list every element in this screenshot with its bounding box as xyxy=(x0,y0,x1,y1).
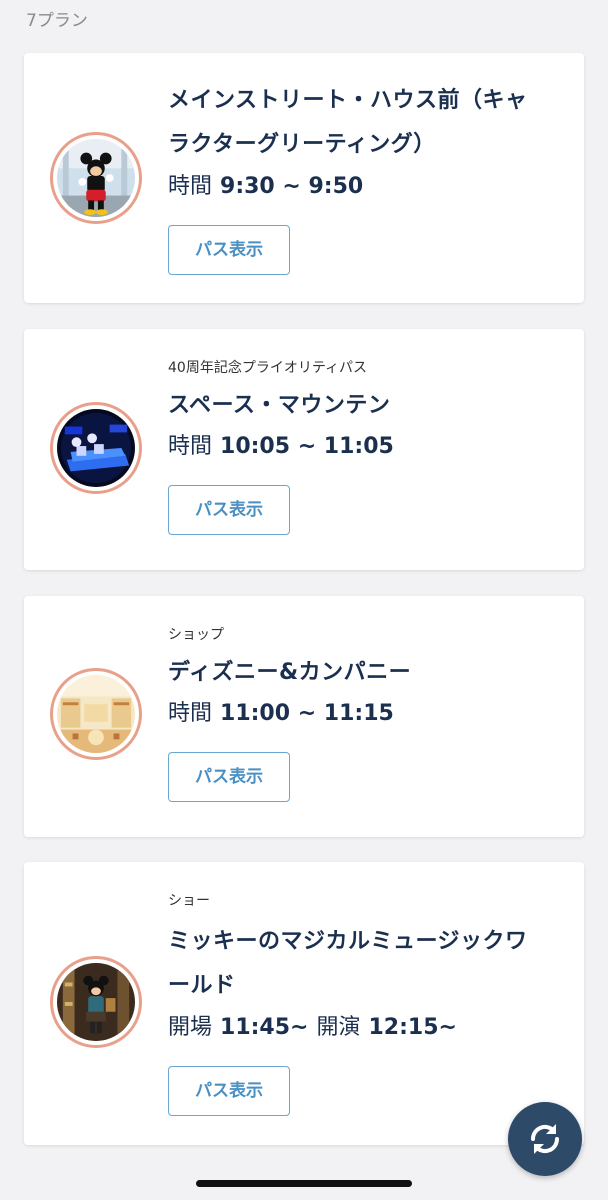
plan-thumbnail xyxy=(50,956,142,1048)
time-value: 12:15~ xyxy=(368,1015,457,1040)
plan-time: 時間 9:30 ~ 9:50 xyxy=(168,169,564,205)
plan-content: メインストリート・ハウス前（キャ ラクターグリーティング） 時間 9:30 ~ 9… xyxy=(168,79,564,275)
refresh-icon xyxy=(530,1124,560,1154)
show-photo-icon xyxy=(57,963,135,1041)
plan-title-line: ラクターグリーティング） xyxy=(168,132,436,157)
show-pass-button[interactable]: パス表示 xyxy=(168,1066,290,1116)
show-pass-button[interactable]: パス表示 xyxy=(168,485,290,535)
character-greeting-photo-icon xyxy=(57,139,135,217)
plan-category: ショー xyxy=(168,893,210,909)
show-pass-button[interactable]: パス表示 xyxy=(168,225,290,275)
home-indicator[interactable] xyxy=(196,1180,412,1187)
plan-title: ディズニー&カンパニー xyxy=(168,660,412,685)
time-label: 時間 xyxy=(168,434,213,459)
shop-photo-icon xyxy=(57,675,135,753)
time-value: 11:00 ~ 11:15 xyxy=(220,701,394,726)
time-value: 11:45~ xyxy=(220,1015,309,1040)
plan-content: ショー ミッキーのマジカルミュージックワ ールド 開場 11:45~ 開演 12:15… xyxy=(168,892,564,1116)
plan-category: 40周年記念プライオリティパス xyxy=(168,360,367,376)
plan-title-line: メインストリート・ハウス前（キャ xyxy=(168,88,528,113)
plan-thumbnail xyxy=(50,668,142,760)
plan-title: ミッキーのマジカルミュージックワ ールド xyxy=(168,920,564,1008)
refresh-button[interactable] xyxy=(508,1102,582,1176)
plan-title: メインストリート・ハウス前（キャ ラクターグリーティング） xyxy=(168,79,564,167)
plan-card[interactable]: ショー ミッキーのマジカルミュージックワ ールド 開場 11:45~ 開演 12:15… xyxy=(24,862,584,1145)
plan-card[interactable]: 40周年記念プライオリティパス スペース・マウンテン 時間 10:05 ~ 11:… xyxy=(24,329,584,570)
time-value: 10:05 ~ 11:05 xyxy=(220,434,394,459)
plan-card[interactable]: ショップ ディズニー&カンパニー 時間 11:00 ~ 11:15 パス表示 xyxy=(24,596,584,837)
plan-content: ショップ ディズニー&カンパニー 時間 11:00 ~ 11:15 パス表示 xyxy=(168,626,564,802)
plan-list-page: 7プラン メインストリート・ハウス前（キャ ラクターグリーティング） 時間 9:… xyxy=(0,0,608,1200)
plan-time: 時間 11:00 ~ 11:15 xyxy=(168,696,564,732)
time-label: 時間 xyxy=(168,701,213,726)
plan-title-line: ールド xyxy=(168,973,236,998)
time-label: 時間 xyxy=(168,174,213,199)
plan-category: ショップ xyxy=(168,627,224,643)
time-label: 開場 xyxy=(168,1015,213,1040)
plan-thumbnail xyxy=(50,402,142,494)
time-label: 開演 xyxy=(316,1015,361,1040)
plan-content: 40周年記念プライオリティパス スペース・マウンテン 時間 10:05 ~ 11:… xyxy=(168,359,564,535)
plan-card[interactable]: メインストリート・ハウス前（キャ ラクターグリーティング） 時間 9:30 ~ 9… xyxy=(24,53,584,303)
time-value: 9:30 ~ 9:50 xyxy=(220,174,364,199)
attraction-photo-icon xyxy=(57,409,135,487)
plan-time: 時間 10:05 ~ 11:05 xyxy=(168,429,564,465)
show-pass-button[interactable]: パス表示 xyxy=(168,752,290,802)
plan-time: 開場 11:45~ 開演 12:15~ xyxy=(168,1010,564,1046)
plan-thumbnail xyxy=(50,132,142,224)
plan-count-label: 7プラン xyxy=(26,11,88,31)
plan-title: スペース・マウンテン xyxy=(168,393,391,418)
plan-title-line: ミッキーのマジカルミュージックワ xyxy=(168,929,528,954)
